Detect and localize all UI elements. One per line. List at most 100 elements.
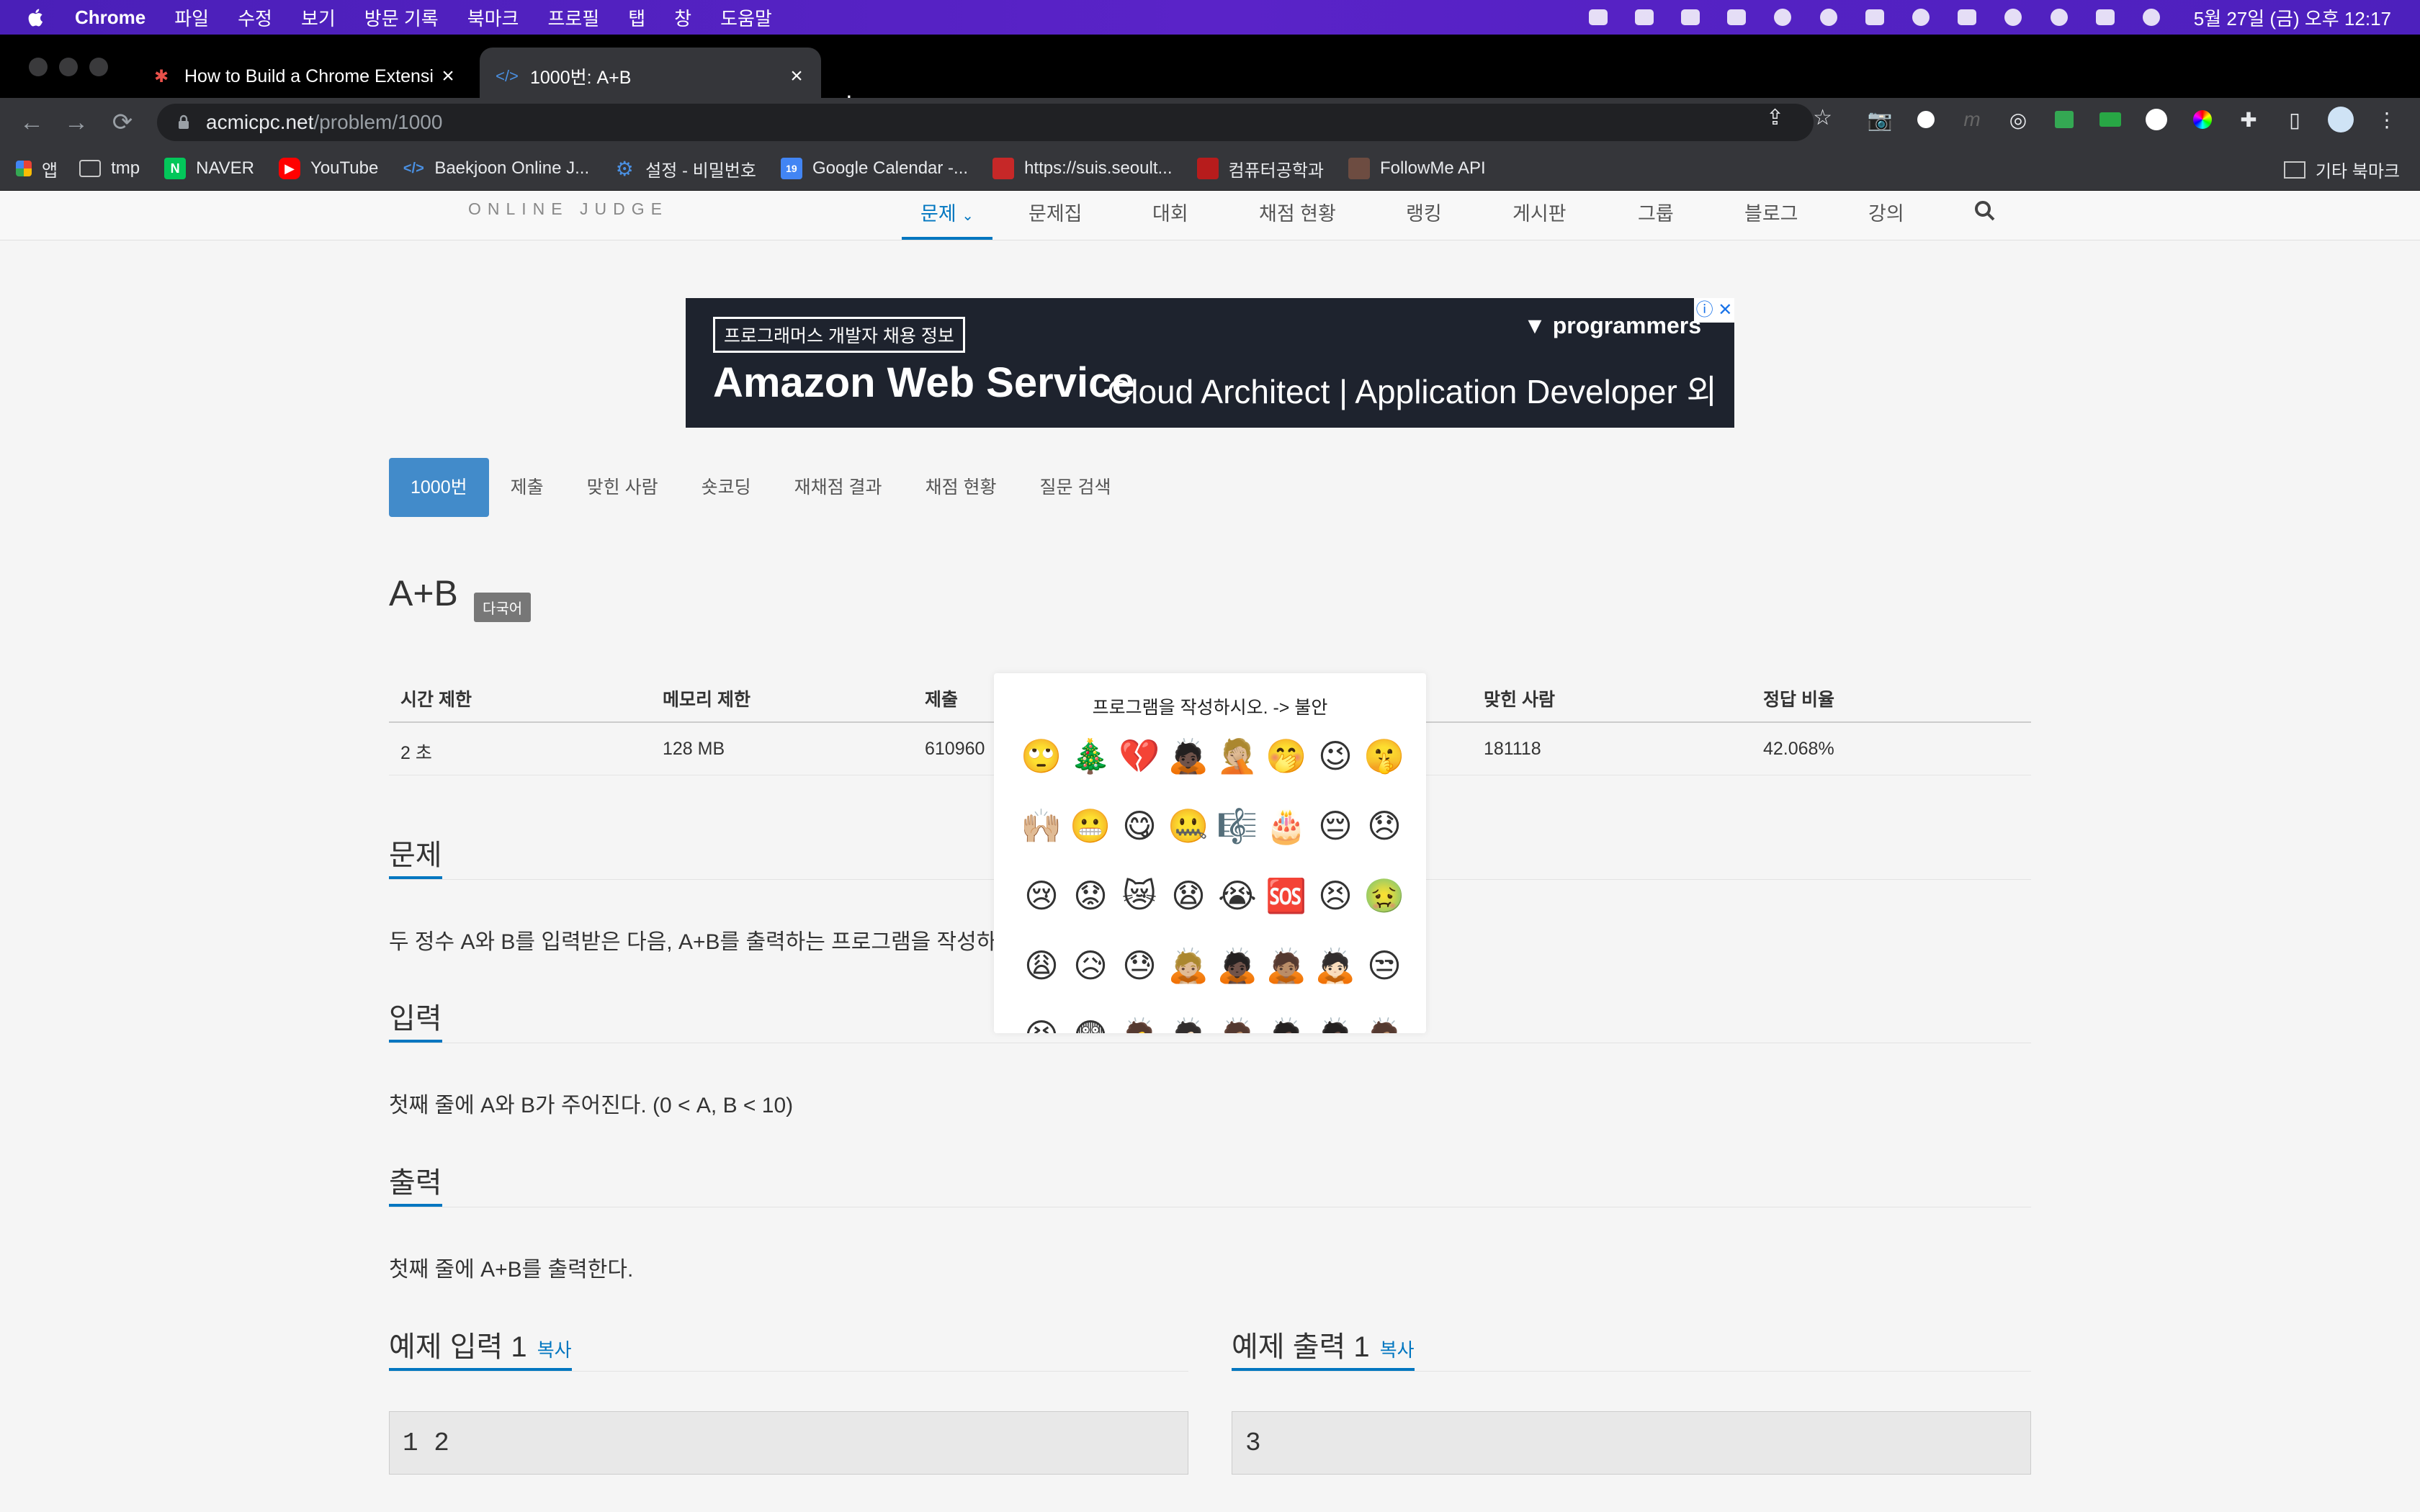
- m-extension-icon[interactable]: m: [1958, 105, 1986, 134]
- emoji-option[interactable]: 😧: [1164, 879, 1213, 949]
- emoji-option[interactable]: 🤫: [1360, 739, 1409, 809]
- emoji-option[interactable]: 🆘: [1262, 879, 1311, 949]
- menu-edit[interactable]: 수정: [238, 4, 272, 31]
- color-wheel-extension-icon[interactable]: [2188, 105, 2217, 134]
- bookmark-tmp[interactable]: tmp: [79, 158, 140, 179]
- window-minimize-button[interactable]: [59, 58, 78, 76]
- forward-button[interactable]: →: [59, 105, 94, 140]
- nav-contest[interactable]: 대회: [1152, 198, 1188, 226]
- glasses-icon[interactable]: [1772, 6, 1793, 28]
- menu-window[interactable]: 창: [674, 4, 691, 31]
- language-badge[interactable]: 다국어: [474, 593, 532, 622]
- menu-history[interactable]: 방문 기록: [364, 4, 439, 31]
- menu-app-name[interactable]: Chrome: [75, 6, 145, 29]
- emoji-option[interactable]: 😢: [1017, 879, 1066, 949]
- bookmark-settings-passwords[interactable]: ⚙ 설정 - 비밀번호: [614, 156, 756, 181]
- emoji-suggestion-popup[interactable]: 프로그램을 작성하시오. -> 불안 🙄 🎄 💔 🙇🏿 🤦🏼 🤭 😉 🤫 🙌🏼 😬 😋 🤐 🎼 🎂 😔 😞 😢 😟…: [994, 673, 1426, 1033]
- reload-button[interactable]: ⟳: [105, 105, 140, 140]
- emoji-option[interactable]: 🤢: [1360, 879, 1409, 949]
- emoji-option[interactable]: 😭: [1213, 879, 1262, 949]
- bookmark-baekjoon[interactable]: </> Baekjoon Online J...: [403, 158, 589, 179]
- wifi-icon[interactable]: [2002, 6, 2024, 28]
- emoji-option[interactable]: 🎼: [1213, 809, 1262, 879]
- window-zoom-button[interactable]: [89, 58, 108, 76]
- subtab-rejudge[interactable]: 재채점 결과: [773, 458, 904, 517]
- close-tab-icon[interactable]: ×: [782, 64, 811, 89]
- spotlight-search-icon[interactable]: [2048, 6, 2070, 28]
- docker-icon[interactable]: [1634, 6, 1655, 28]
- bookmark-other[interactable]: 기타 북마크: [2283, 157, 2400, 182]
- address-bar[interactable]: acmicpc.net/problem/1000: [157, 104, 1814, 141]
- menu-view[interactable]: 보기: [301, 4, 336, 31]
- subtab-solved[interactable]: 맞힌 사람: [565, 458, 680, 517]
- nav-ranking[interactable]: 랭킹: [1406, 198, 1442, 226]
- bookmark-apps[interactable]: 앱: [16, 156, 58, 181]
- tray-app-icon-3[interactable]: [1680, 6, 1701, 28]
- lock-icon[interactable]: [176, 114, 192, 130]
- menu-file[interactable]: 파일: [174, 4, 209, 31]
- nav-blog[interactable]: 블로그: [1744, 198, 1798, 226]
- tab-chrome-extension[interactable]: ✱ How to Build a Chrome Extensi ×: [134, 48, 472, 105]
- bluetooth-icon[interactable]: [1910, 6, 1932, 28]
- battery-icon[interactable]: [1956, 6, 1978, 28]
- tab-baekjoon-1000[interactable]: </> 1000번: A+B ×: [480, 48, 821, 105]
- subtab-submit[interactable]: 제출: [489, 458, 565, 517]
- nav-board[interactable]: 게시판: [1512, 198, 1567, 226]
- tray-app-icon-6[interactable]: [1818, 6, 1839, 28]
- emoji-option[interactable]: 😬: [1066, 809, 1115, 879]
- bookmark-cs-dept[interactable]: 컴퓨터공학과: [1196, 156, 1324, 181]
- sample-output-box[interactable]: 3: [1232, 1411, 2031, 1475]
- emoji-option[interactable]: 😨: [1066, 1019, 1115, 1033]
- share-icon[interactable]: ⇪: [1766, 105, 1784, 130]
- emoji-option[interactable]: 🙌🏼: [1017, 809, 1066, 879]
- back-button[interactable]: ←: [14, 105, 49, 140]
- ad-banner[interactable]: 프로그래머스 개발자 채용 정보 ▼ programmers Amazon We…: [686, 298, 1734, 428]
- emoji-option[interactable]: 😩: [1017, 949, 1066, 1019]
- emoji-option[interactable]: 😔: [1311, 809, 1360, 879]
- menu-profile[interactable]: 프로필: [547, 4, 599, 31]
- nav-group[interactable]: 그룹: [1638, 198, 1674, 226]
- emoji-option[interactable]: 😞: [1360, 809, 1409, 879]
- emoji-option[interactable]: 🙇: [1115, 1019, 1164, 1033]
- side-panel-icon[interactable]: ▯: [2280, 105, 2309, 134]
- sample-input-box[interactable]: 1 2: [389, 1411, 1188, 1475]
- puzzle-extensions-icon[interactable]: ✚: [2234, 105, 2263, 134]
- nav-problems[interactable]: 문제 ⌄: [902, 198, 992, 240]
- menu-help[interactable]: 도움말: [720, 4, 772, 31]
- search-icon[interactable]: [1973, 199, 1996, 222]
- ad-close-icon[interactable]: ⓘ ✕: [1694, 298, 1734, 323]
- bookmark-youtube[interactable]: ▶ YouTube: [279, 158, 378, 179]
- bookmark-google-calendar[interactable]: 19 Google Calendar -...: [780, 158, 968, 179]
- emoji-option[interactable]: 😓: [1115, 949, 1164, 1019]
- emoji-option[interactable]: 🙇🏿: [1262, 1019, 1311, 1033]
- emoji-option[interactable]: 🎄: [1066, 739, 1115, 809]
- emoji-option[interactable]: 🙇🏽: [1262, 949, 1311, 1019]
- emoji-option[interactable]: 🤭: [1262, 739, 1311, 809]
- nav-lecture[interactable]: 강의: [1868, 198, 1904, 226]
- menubar-clock[interactable]: 5월 27일 (금) 오후 12:17: [2194, 4, 2391, 31]
- bookmark-followme[interactable]: FollowMe API: [1348, 158, 1486, 179]
- emoji-option[interactable]: 😋: [1115, 809, 1164, 879]
- emoji-option[interactable]: 🙇🏿: [1213, 949, 1262, 1019]
- emoji-option[interactable]: 🙇🏻: [1311, 949, 1360, 1019]
- subtab-qna-search[interactable]: 질문 검색: [1018, 458, 1133, 517]
- tray-app-icon-4[interactable]: [1726, 6, 1747, 28]
- camera-extension-icon[interactable]: 📷: [1865, 105, 1894, 134]
- profile-avatar[interactable]: [2326, 105, 2355, 134]
- copy-input-link[interactable]: 복사: [537, 1339, 572, 1361]
- copy-output-link[interactable]: 복사: [1380, 1339, 1415, 1361]
- bookmark-star-icon[interactable]: ☆: [1813, 105, 1832, 130]
- subtab-status[interactable]: 채점 현황: [904, 458, 1018, 517]
- site-logo[interactable]: ONLINE JUDGE: [468, 199, 668, 219]
- circle-extension-icon[interactable]: [2142, 105, 2171, 134]
- google-drive-icon[interactable]: [2050, 105, 2079, 134]
- emoji-option[interactable]: 😒: [1360, 949, 1409, 1019]
- subtab-short-coding[interactable]: 숏코딩: [680, 458, 773, 517]
- siri-icon[interactable]: [2141, 6, 2162, 28]
- close-tab-icon[interactable]: ×: [434, 64, 462, 89]
- red-cross-extension-icon[interactable]: [1912, 105, 1940, 134]
- chrome-menu-icon[interactable]: ⋮: [2372, 105, 2401, 134]
- emoji-option[interactable]: 🙇🏻: [1164, 1019, 1213, 1033]
- emoji-option[interactable]: 🙇🏿: [1164, 739, 1213, 809]
- menu-bookmarks[interactable]: 북마크: [467, 4, 519, 31]
